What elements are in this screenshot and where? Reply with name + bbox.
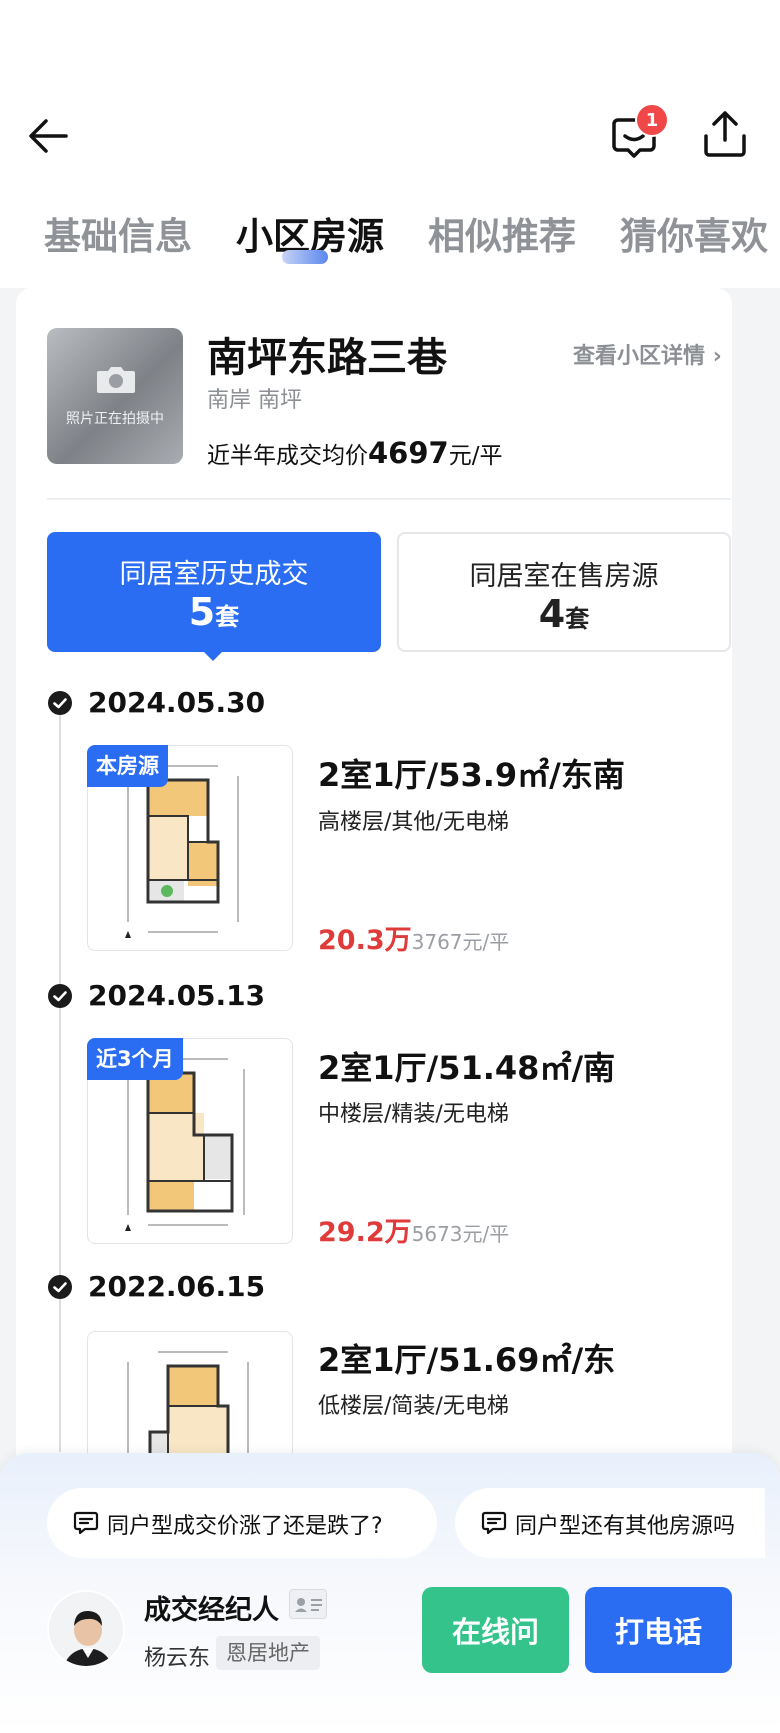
check-circle-icon xyxy=(48,984,72,1008)
listing-tag: 本房源 xyxy=(87,745,168,787)
tab-guess-you-like[interactable]: 猜你喜欢 xyxy=(620,206,768,260)
listing-tag: 近3个月 xyxy=(87,1038,183,1080)
record-date: 2024.05.30 xyxy=(88,686,266,719)
record-subtitle: 中楼层/精装/无电梯 xyxy=(318,1102,509,1127)
online-ask-button[interactable]: 在线问 xyxy=(422,1587,569,1673)
unit-price: 3767元/平 xyxy=(411,930,510,954)
id-card-icon[interactable] xyxy=(289,1589,327,1619)
record-title[interactable]: 2室1厅/51.69㎡/东 xyxy=(318,1335,615,1381)
tab-similar[interactable]: 相似推荐 xyxy=(428,206,576,260)
total-price: 20.3万 xyxy=(318,925,412,956)
community-name: 南坪东路三巷 xyxy=(207,335,447,381)
back-arrow-icon[interactable] xyxy=(26,112,74,160)
community-area: 南岸 南坪 xyxy=(207,388,302,413)
question-text: 同户型还有其他房源吗 xyxy=(515,1514,736,1539)
community-photo[interactable]: 照片正在拍摄中 xyxy=(47,328,183,464)
record-date: 2022.06.15 xyxy=(88,1270,266,1303)
photo-placeholder-text: 照片正在拍摄中 xyxy=(66,411,164,427)
record-title[interactable]: 2室1厅/51.48㎡/南 xyxy=(318,1043,615,1089)
onsale-label: 同居室在售房源 xyxy=(469,561,659,592)
agent-company: 恩居地产 xyxy=(216,1636,320,1670)
total-price: 29.2万 xyxy=(318,1217,412,1248)
check-circle-icon xyxy=(48,691,72,715)
community-detail-link[interactable]: 查看小区详情 › xyxy=(573,338,722,370)
record-price-row: 20.3万3767元/平 xyxy=(318,918,509,957)
tab-bar: 基础信息 小区房源 相似推荐 猜你喜欢 xyxy=(0,206,780,262)
record-subtitle: 低楼层/简装/无电梯 xyxy=(318,1394,509,1419)
agent-name: 杨云东 xyxy=(144,1646,211,1671)
sold-history-label: 同居室历史成交 xyxy=(119,559,309,590)
check-circle-icon xyxy=(48,1275,72,1299)
chat-bubble-icon xyxy=(481,1511,507,1535)
divider xyxy=(47,498,731,500)
sold-history-button[interactable]: 同居室历史成交 5套 xyxy=(47,532,381,652)
active-tab-indicator xyxy=(282,250,328,264)
record-title[interactable]: 2室1厅/53.9㎡/东南 xyxy=(318,750,625,796)
avg-price-label: 近半年成交均价 xyxy=(207,443,368,469)
avg-price-value: 4697 xyxy=(368,436,449,470)
chevron-right-icon: › xyxy=(712,344,722,369)
record-price-row: 29.2万5673元/平 xyxy=(318,1210,509,1249)
camera-icon xyxy=(97,367,135,393)
onsale-unit: 套 xyxy=(565,605,590,633)
community-avg-price: 近半年成交均价4697元/平 xyxy=(207,436,502,470)
onsale-count: 4 xyxy=(538,592,566,636)
unit-price: 5673元/平 xyxy=(411,1222,510,1246)
onsale-listings-button[interactable]: 同居室在售房源 4套 xyxy=(397,532,731,652)
question-chip[interactable]: 同户型成交价涨了还是跌了? xyxy=(47,1488,437,1558)
tab-basic-info[interactable]: 基础信息 xyxy=(44,206,192,260)
chat-bubble-icon xyxy=(73,1511,99,1535)
detail-link-text: 查看小区详情 xyxy=(573,344,706,369)
avg-price-unit: 元/平 xyxy=(448,443,503,469)
question-chip[interactable]: 同户型还有其他房源吗 xyxy=(455,1488,765,1558)
agent-title: 成交经纪人 xyxy=(144,1595,279,1626)
share-icon[interactable] xyxy=(700,108,750,160)
call-button[interactable]: 打电话 xyxy=(585,1587,732,1673)
sold-unit: 套 xyxy=(215,603,240,631)
selected-pointer xyxy=(202,650,224,661)
sold-count: 5 xyxy=(188,590,216,634)
record-subtitle: 高楼层/其他/无电梯 xyxy=(318,810,509,835)
question-text: 同户型成交价涨了还是跌了? xyxy=(107,1514,383,1539)
record-date: 2024.05.13 xyxy=(88,979,266,1012)
message-badge: 1 xyxy=(635,103,669,137)
timeline-line xyxy=(59,712,61,1452)
agent-avatar[interactable] xyxy=(47,1590,125,1668)
